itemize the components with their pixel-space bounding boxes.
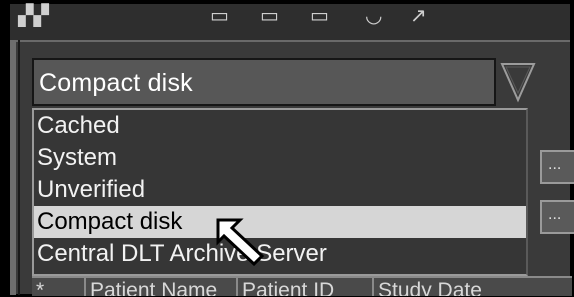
toolbar-tool-icon[interactable]: ↗ [410, 6, 427, 26]
column-header-patient-id[interactable]: Patient ID [236, 278, 376, 296]
column-header-study-date[interactable]: Study Date [372, 278, 572, 296]
toolbar-document-icon[interactable]: ▭ [260, 6, 279, 26]
browse-button-2[interactable]: ... [540, 200, 574, 234]
dropdown-option-compact-disk[interactable]: Compact disk [34, 206, 526, 238]
dropdown-option-cached[interactable]: Cached [34, 110, 526, 142]
toolbar-page-icon[interactable]: ▭ [210, 6, 229, 26]
toolbar-grid-icon[interactable]: ▞▞ [18, 6, 49, 26]
toolbar-copy-icon[interactable]: ▭ [310, 6, 329, 26]
mouse-pointer-icon [216, 218, 265, 266]
window-bezel-left [0, 0, 10, 297]
panel-bevel [10, 40, 16, 295]
combobox-value: Compact disk [39, 69, 193, 97]
source-combobox[interactable]: Compact disk [32, 58, 496, 106]
dropdown-option-central-dlt-archive-server[interactable]: Central DLT Archive Server [34, 238, 526, 270]
toolbar: ▞▞ ▭ ▭ ▭ ◡ ↗ [10, 4, 570, 42]
window-bezel-right [570, 0, 574, 297]
toolbar-refresh-icon[interactable]: ◡ [365, 6, 382, 26]
dropdown-list: Cached System Unverified Compact disk Ce… [32, 108, 528, 276]
panel-bevel-shadow [18, 40, 20, 295]
dropdown-arrow-icon[interactable] [496, 58, 540, 106]
dropdown-option-unverified[interactable]: Unverified [34, 174, 526, 206]
dropdown-option-system[interactable]: System [34, 142, 526, 174]
app-window: ▞▞ ▭ ▭ ▭ ◡ ↗ Compact disk Cached System … [0, 0, 574, 297]
table-header: * Patient Name Patient ID Study Date [32, 276, 572, 296]
column-header-marker[interactable]: * [32, 278, 86, 296]
column-header-patient-name[interactable]: Patient Name [84, 278, 240, 296]
browse-button-1[interactable]: ... [540, 150, 574, 184]
